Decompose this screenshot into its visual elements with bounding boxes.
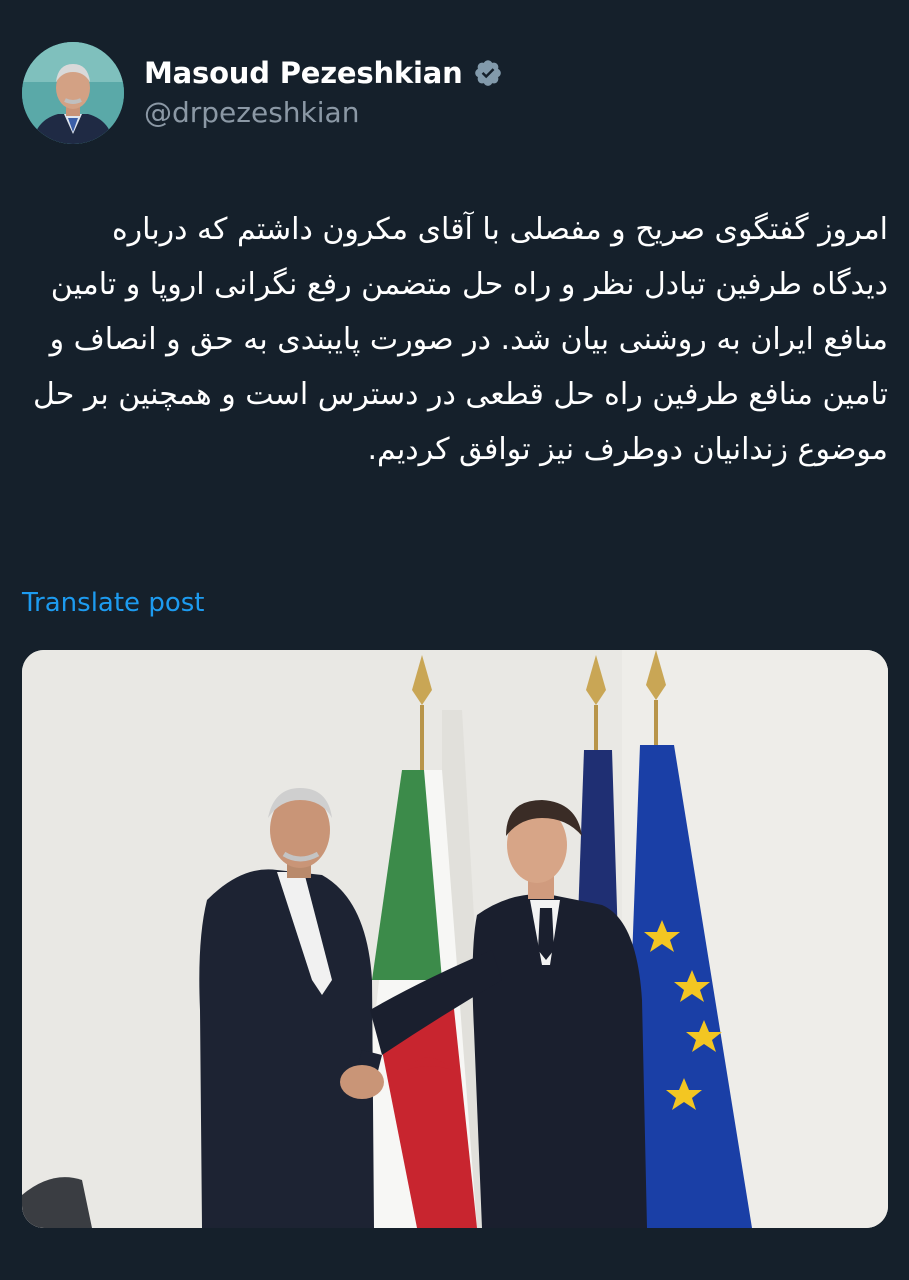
post-card: Masoud Pezeshkian @drpezeshkian امروز گف… — [0, 0, 909, 1280]
verified-badge-icon — [473, 58, 503, 88]
photo-illustration — [22, 650, 888, 1228]
translate-post-link[interactable]: Translate post — [22, 588, 204, 618]
author-name-row[interactable]: Masoud Pezeshkian — [144, 52, 503, 94]
author-handle[interactable]: @drpezeshkian — [144, 96, 359, 129]
author-display-name[interactable]: Masoud Pezeshkian — [144, 56, 463, 90]
avatar-image — [22, 42, 124, 144]
post-text: امروز گفتگوی صریح و مفصلی با آقای مکرون … — [33, 212, 888, 467]
post-photo[interactable] — [22, 650, 888, 1228]
author-avatar[interactable] — [22, 42, 124, 144]
